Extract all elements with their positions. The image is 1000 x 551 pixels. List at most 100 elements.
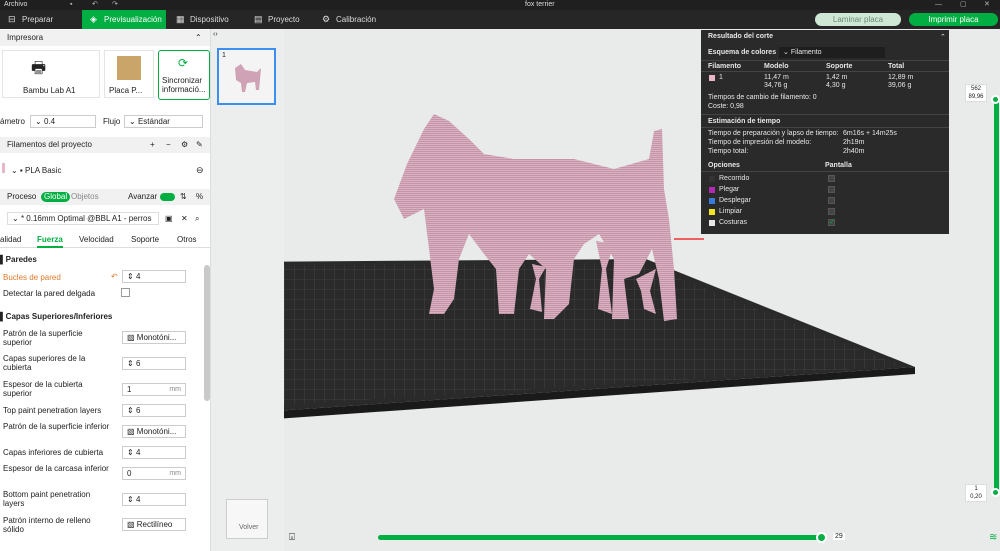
printer-name: Bambu Lab A1	[23, 86, 76, 95]
plate-card[interactable]: Placa P...	[104, 50, 154, 98]
tab-preparar[interactable]: ⊟ Preparar	[0, 10, 80, 29]
cost-value: Coste: 0,98	[708, 103, 744, 110]
layer-slider-bottom-thumb[interactable]	[991, 488, 1000, 497]
objects-toggle[interactable]: Objetos	[71, 192, 99, 202]
internal-solid-infill-select[interactable]: ▧ Rectilíneo	[122, 518, 186, 531]
printer-section-header: Impresora ⌃	[0, 30, 210, 46]
tab-device[interactable]: ▦ Dispositivo	[168, 10, 248, 29]
detect-thin-wall-label: Detectar la pared delgada	[3, 289, 96, 298]
time-estimate-title: Estimación de tiempo	[708, 118, 781, 125]
save-profile-icon[interactable]: ▣	[165, 214, 173, 223]
window-title: fox terrier	[525, 1, 555, 8]
bottom-surface-pattern-select[interactable]: ▧ Monotóni...	[122, 425, 186, 438]
move-slider-track[interactable]	[378, 535, 824, 540]
seams-checkbox[interactable]: ✓	[828, 219, 835, 226]
top-shell-layers-input[interactable]: ⇕ 6	[122, 357, 186, 370]
plate-thumbnails: ‹› 1	[211, 29, 284, 551]
settings-panel: Impresora ⌃ 🖶 Bambu Lab A1 Placa P... ⟳ …	[0, 29, 211, 551]
bottom-paint-layers-input[interactable]: ⇕ 4	[122, 493, 186, 506]
remove-filament-icon[interactable]: −	[166, 137, 171, 153]
filament-settings-icon[interactable]: ⚙	[181, 137, 188, 153]
collapse-sidebar-icon[interactable]: ‹›	[213, 31, 218, 38]
layer-top-label: 562 89,96	[965, 84, 987, 102]
unretract-checkbox[interactable]	[828, 197, 835, 204]
retract-checkbox[interactable]	[828, 186, 835, 193]
shells-group-title: ▌Capas Superiores/Inferiores	[0, 312, 113, 321]
file-menu[interactable]: Archivo	[4, 0, 27, 10]
filament-edit-icon[interactable]: ✎	[196, 137, 203, 153]
collapse-icon[interactable]: ⌃	[195, 30, 202, 46]
device-icon: ▦	[176, 14, 185, 24]
nozzle-diameter-select[interactable]: ⌄ 0.4	[30, 115, 96, 128]
flow-select[interactable]: ⌄ Estándar	[124, 115, 203, 128]
wall-loops-label: Bucles de pared	[3, 273, 61, 282]
filament-swatch	[709, 75, 715, 81]
option-swatch	[709, 220, 715, 226]
save-icon[interactable]: ▪	[70, 0, 72, 10]
top-nav: ⊟ Preparar ◈ Previsualización ▦ Dispositivo…	[0, 10, 1000, 29]
travel-checkbox[interactable]	[828, 175, 835, 182]
option-swatch	[709, 176, 715, 182]
sync-icon: ⟳	[178, 56, 189, 70]
print-plate-button[interactable]: Imprimir placa	[909, 13, 998, 26]
process-tabs: alidad Fuerza Velocidad Soporte Otros	[0, 232, 210, 248]
global-toggle[interactable]: Global	[41, 192, 71, 202]
filament-color-swatch	[2, 163, 5, 173]
top-surface-pattern-select[interactable]: ▧ Monotóni...	[122, 331, 186, 344]
tab-preview[interactable]: ◈ Previsualización	[82, 10, 166, 29]
reset-icon[interactable]: ↶	[111, 272, 118, 281]
compare-icon[interactable]: ⇅	[180, 189, 187, 205]
option-swatch	[709, 198, 715, 204]
tab-others[interactable]: Otros	[177, 235, 197, 244]
top-paint-layers-input[interactable]: ⇕ 6	[122, 404, 186, 417]
tab-speed[interactable]: Velocidad	[79, 235, 114, 244]
bottom-shell-layers-input[interactable]: ⇕ 4	[122, 446, 186, 459]
tab-support[interactable]: Soporte	[131, 235, 159, 244]
plate-thumbnail[interactable]: 1	[217, 48, 276, 105]
top-shell-thickness-input[interactable]: 1 mm	[122, 383, 186, 396]
wipe-checkbox[interactable]	[828, 208, 835, 215]
process-section-header: Proceso Global Objetos Avanzar ⇅ %	[0, 189, 210, 205]
nozzle-diameter-label: ámetro	[0, 117, 25, 126]
detect-thin-wall-checkbox[interactable]	[121, 288, 130, 297]
maximize-icon[interactable]: ▢	[960, 0, 967, 10]
filament-select[interactable]: ⌄ ▪ PLA Basic	[7, 165, 191, 178]
wall-loops-input[interactable]: ⇕ 4	[122, 270, 186, 283]
printer-card[interactable]: 🖶 Bambu Lab A1	[2, 50, 100, 98]
color-scheme-select[interactable]: ⌄ Filamento	[779, 47, 885, 58]
slice-plate-button[interactable]: Laminar placa	[815, 13, 901, 26]
walls-group-title: ▌Paredes	[0, 255, 37, 264]
sync-button[interactable]: ⟳ Sincronizar informació...	[158, 50, 210, 100]
option-swatch	[709, 209, 715, 215]
undo-icon[interactable]: ↶	[92, 0, 98, 10]
calibration-icon: ⚙	[322, 14, 331, 24]
move-slider-thumb[interactable]	[816, 532, 827, 543]
layer-slider-track[interactable]	[994, 97, 999, 492]
tab-calibration[interactable]: ⚙ Calibración	[314, 10, 394, 29]
minimize-icon[interactable]: —	[935, 0, 942, 10]
plate-name: Placa P...	[109, 86, 143, 95]
tab-strength[interactable]: Fuerza	[37, 235, 63, 248]
close-icon[interactable]: ✕	[984, 0, 990, 10]
option-swatch	[709, 187, 715, 193]
collapse-result-icon[interactable]: ⌃	[940, 33, 946, 41]
project-icon: ▤	[254, 14, 263, 24]
process-profile-select[interactable]: ⌄ * 0.16mm Optimal @BBL A1 - perros	[7, 212, 159, 225]
view-cube[interactable]: Volver	[226, 499, 268, 539]
tab-quality[interactable]: alidad	[0, 235, 21, 244]
result-title: Resultado del corte	[708, 33, 773, 40]
search-icon[interactable]: ⌕	[195, 214, 199, 224]
layers-icon[interactable]: ≋	[989, 532, 997, 543]
advanced-switch[interactable]	[160, 193, 175, 201]
tab-project[interactable]: ▤ Proyecto	[246, 10, 316, 29]
settings-scrollbar[interactable]	[204, 265, 210, 401]
clear-profile-icon[interactable]: ✕	[181, 214, 188, 223]
add-filament-icon[interactable]: +	[150, 137, 155, 153]
layer-slider-top-thumb[interactable]	[991, 95, 1000, 104]
percent-icon[interactable]: %	[196, 189, 203, 205]
redo-icon[interactable]: ↷	[112, 0, 118, 10]
title-bar: Archivo ▪ ↶ ↷ fox terrier — ▢ ✕	[0, 0, 1000, 10]
bottom-shell-thickness-input[interactable]: 0 mm	[122, 467, 186, 480]
remove-filament-row-icon[interactable]: ⊖	[196, 165, 204, 176]
fit-view-icon[interactable]: ⌻	[289, 532, 295, 543]
